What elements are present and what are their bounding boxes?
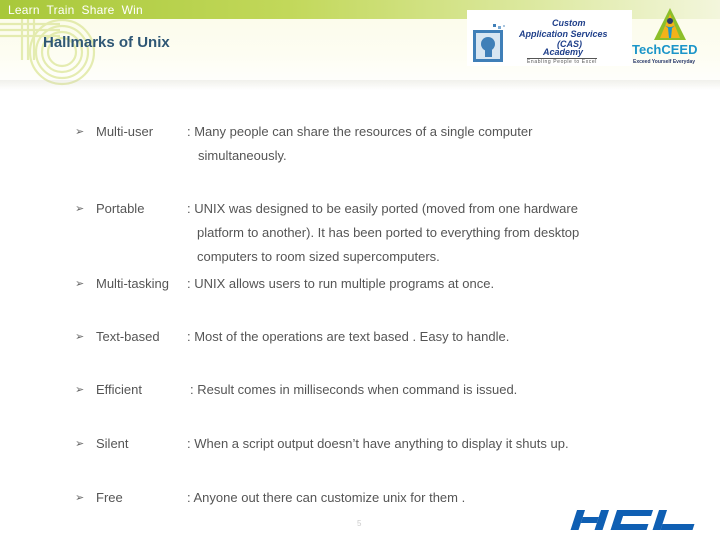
bullet-arrow-icon: ➢ xyxy=(75,126,85,138)
page-number: 5 xyxy=(357,519,362,528)
item-label: Free xyxy=(96,490,123,505)
techceed-tagline: Exceed Yourself Everyday xyxy=(633,59,696,65)
item-label: Multi-tasking xyxy=(96,276,169,291)
item-description: : UNIX was designed to be easily ported … xyxy=(187,201,578,216)
cas-line-2: Application Services xyxy=(519,29,608,39)
bullet-arrow-icon: ➢ xyxy=(75,203,85,215)
book-head-icon xyxy=(473,24,505,62)
item-label: Efficient xyxy=(96,382,143,397)
item-description: platform to another). It has been ported… xyxy=(197,225,580,240)
item-label: Silent xyxy=(96,436,129,451)
tagline: Learn Train Share Win xyxy=(8,3,143,17)
item-description: : Most of the operations are text based … xyxy=(187,329,510,344)
hcl-logo xyxy=(570,510,695,530)
cas-line-4: Academy xyxy=(543,47,584,57)
item-label: Multi-user xyxy=(96,124,154,139)
item-label: Text-based xyxy=(96,329,160,344)
bullet-arrow-icon: ➢ xyxy=(75,492,85,504)
bullet-arrow-icon: ➢ xyxy=(75,438,85,450)
item-description: computers to room sized supercomputers. xyxy=(197,249,440,264)
techceed-logo: TechCEED Exceed Yourself Everyday xyxy=(632,8,712,68)
item-description: : UNIX allows users to run multiple prog… xyxy=(187,276,495,291)
item-description: : Result comes in milliseconds when comm… xyxy=(190,382,518,397)
slide-title: Hallmarks of Unix xyxy=(43,34,170,51)
slide-header: Learn Train Share Win Hallmarks of Unix … xyxy=(0,0,720,90)
techceed-name: TechCEED xyxy=(632,42,698,57)
item-description: : Many people can share the resources of… xyxy=(187,124,533,139)
cas-academy-logo: Custom Application Services (CAS) Academ… xyxy=(467,10,632,66)
techceed-mark-icon xyxy=(654,8,686,40)
item-description: : When a script output doesn’t have anyt… xyxy=(187,436,569,451)
item-label: Portable xyxy=(96,201,145,216)
item-description: simultaneously. xyxy=(198,148,287,163)
cas-line-1: Custom xyxy=(552,18,586,28)
item-description: : Anyone out there can customize unix fo… xyxy=(187,490,466,505)
cas-tagline: Enabling People to Excel xyxy=(527,58,597,65)
bullet-arrow-icon: ➢ xyxy=(75,331,85,343)
header-divider xyxy=(0,80,720,90)
bullet-arrow-icon: ➢ xyxy=(75,384,85,396)
bullet-arrow-icon: ➢ xyxy=(75,278,85,290)
